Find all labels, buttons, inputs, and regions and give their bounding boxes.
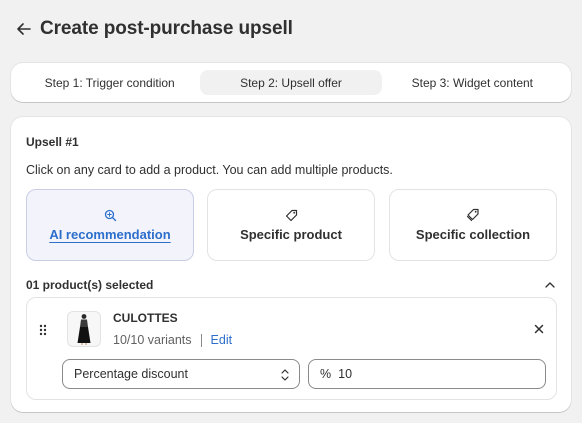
option-label: AI recommendation xyxy=(49,227,171,242)
tab-step-2[interactable]: Step 2: Upsell offer xyxy=(200,70,382,95)
option-label: Specific collection xyxy=(415,227,531,242)
discount-type-select[interactable]: Percentage discount xyxy=(62,359,300,389)
edit-link[interactable]: Edit xyxy=(211,333,233,347)
product-thumbnail xyxy=(67,311,101,347)
discount-type-value: Percentage discount xyxy=(74,367,188,381)
page-header: Create post-purchase upsell xyxy=(0,0,582,58)
instructions-text: Click on any card to add a product. You … xyxy=(26,163,393,177)
select-arrows-icon xyxy=(280,368,290,382)
tags-icon xyxy=(466,208,480,222)
drag-handle-icon[interactable] xyxy=(39,323,49,336)
search-sparkle-icon xyxy=(103,208,117,222)
percent-prefix: % xyxy=(320,367,332,381)
selected-count: 01 product(s) selected xyxy=(26,278,154,292)
product-variants-line: 10/10 variants Edit xyxy=(113,333,232,347)
arrow-left-icon[interactable] xyxy=(15,20,33,38)
option-label: Specific product xyxy=(240,227,342,242)
tag-icon xyxy=(284,208,298,222)
selected-products-header: 01 product(s) selected xyxy=(26,278,556,292)
option-specific-product[interactable]: Specific product xyxy=(207,189,375,261)
upsell-card: Upsell #1 Click on any card to add a pro… xyxy=(11,117,571,412)
next-card-edge xyxy=(11,414,571,423)
option-specific-collection[interactable]: Specific collection xyxy=(389,189,557,261)
page-title: Create post-purchase upsell xyxy=(40,18,293,39)
option-ai-recommendation[interactable]: AI recommendation xyxy=(26,189,194,261)
tab-step-1[interactable]: Step 1: Trigger condition xyxy=(19,70,200,95)
product-item: CULOTTES 10/10 variants Edit Percentage … xyxy=(26,297,557,400)
close-icon[interactable] xyxy=(532,322,546,336)
discount-value-input[interactable] xyxy=(338,367,519,381)
discount-value-field: % xyxy=(308,359,546,389)
product-name: CULOTTES xyxy=(113,311,178,325)
separator xyxy=(200,333,202,347)
variants-count: 10/10 variants xyxy=(113,333,192,347)
tab-step-3[interactable]: Step 3: Widget content xyxy=(382,70,563,95)
step-tabs: Step 1: Trigger condition Step 2: Upsell… xyxy=(11,63,571,102)
upsell-title: Upsell #1 xyxy=(26,135,79,149)
chevron-up-icon[interactable] xyxy=(544,279,556,291)
